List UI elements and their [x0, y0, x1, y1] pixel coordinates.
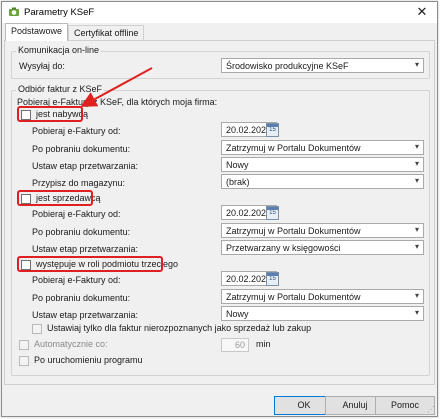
dialog-window: Parametry KSeF ✕ Podstawowe Certyfikat o… [1, 1, 438, 417]
annotation-arrow-icon [80, 67, 153, 107]
tab-basic[interactable]: Podstawowe [5, 23, 69, 41]
